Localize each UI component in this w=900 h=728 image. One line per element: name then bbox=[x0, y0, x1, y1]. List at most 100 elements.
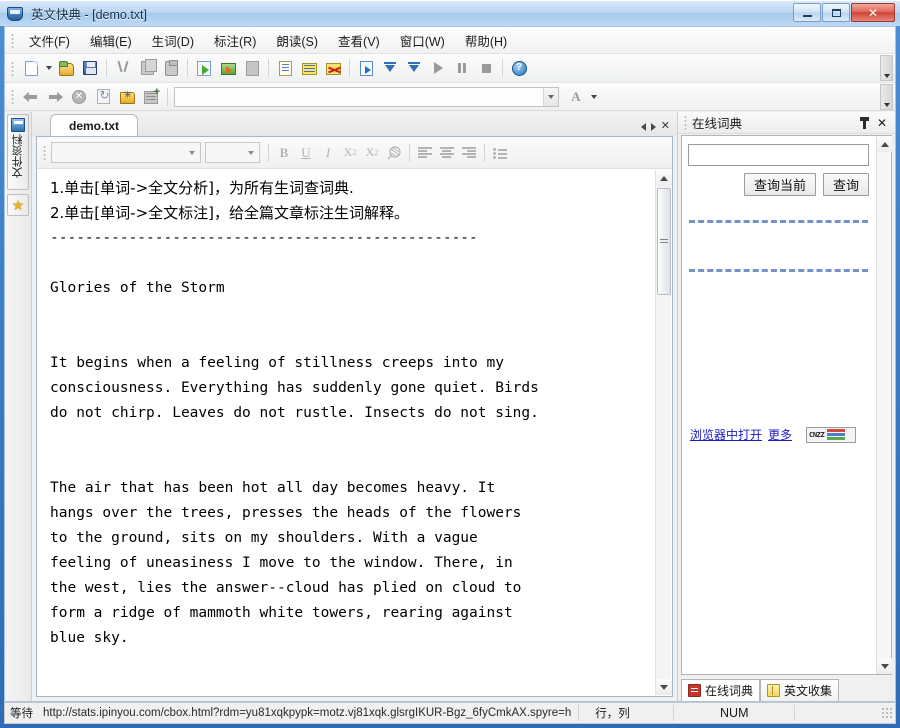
font-size-dropdown[interactable] bbox=[588, 86, 599, 108]
help-button[interactable]: ? bbox=[508, 57, 530, 79]
menubar-grip[interactable] bbox=[11, 32, 14, 48]
word-list-button[interactable] bbox=[274, 57, 296, 79]
stop-button[interactable] bbox=[475, 57, 497, 79]
toolbar-grip[interactable] bbox=[11, 60, 14, 76]
panel-scroll-up-button[interactable] bbox=[877, 136, 892, 152]
highlight-color-button[interactable] bbox=[383, 142, 405, 164]
add-grid-button[interactable] bbox=[140, 86, 162, 108]
read-document-button[interactable] bbox=[355, 57, 377, 79]
format-separator bbox=[484, 143, 485, 162]
prev-tab-icon[interactable] bbox=[640, 122, 646, 131]
pause-button[interactable] bbox=[451, 57, 473, 79]
subscript-button[interactable]: X2 bbox=[339, 142, 361, 164]
save-button[interactable] bbox=[79, 57, 101, 79]
analyze-text-button[interactable] bbox=[193, 57, 215, 79]
text-line bbox=[50, 326, 655, 351]
menu-annotate[interactable]: 标注(R) bbox=[204, 27, 266, 54]
close-tab-icon[interactable]: ✕ bbox=[661, 121, 670, 132]
font-family-combo[interactable] bbox=[51, 142, 201, 163]
sidebar-tab-favorites[interactable]: ★ bbox=[7, 194, 29, 216]
text-line bbox=[50, 651, 655, 676]
back-button[interactable] bbox=[20, 86, 42, 108]
align-center-button[interactable] bbox=[436, 142, 458, 164]
cut-button[interactable] bbox=[112, 57, 134, 79]
more-link[interactable]: 更多 bbox=[768, 426, 792, 443]
align-right-button[interactable] bbox=[458, 142, 480, 164]
formatting-toolbar: B U I X2 X2 bbox=[37, 137, 672, 169]
editor-vertical-scrollbar[interactable] bbox=[655, 170, 672, 695]
status-wait-label: 等待 bbox=[10, 706, 33, 720]
chevron-up-icon bbox=[660, 175, 668, 181]
paste-button[interactable] bbox=[160, 57, 182, 79]
cnzz-badge[interactable]: CNZZ bbox=[806, 426, 857, 443]
menu-read[interactable]: 朗读(S) bbox=[266, 27, 328, 54]
menu-newwords[interactable]: 生词(D) bbox=[142, 27, 204, 54]
text-editor-canvas[interactable]: 1.单击[单词->全文分析]，为所有生词查词典. 2.单击[单词->全文标注]，… bbox=[38, 170, 655, 695]
underline-button[interactable]: U bbox=[295, 142, 317, 164]
superscript-button[interactable]: X2 bbox=[361, 142, 383, 164]
window-title: 英文快典 - [demo.txt] bbox=[31, 8, 147, 22]
read-paragraph-button[interactable] bbox=[379, 57, 401, 79]
dictionary-search-input[interactable] bbox=[688, 144, 869, 166]
menu-edit[interactable]: 编辑(E) bbox=[80, 27, 142, 54]
close-button[interactable]: ✕ bbox=[851, 3, 895, 22]
open-in-browser-link[interactable]: 浏览器中打开 bbox=[690, 426, 762, 443]
address-dropdown-button[interactable] bbox=[543, 87, 558, 106]
align-left-button[interactable] bbox=[414, 142, 436, 164]
font-size-button[interactable]: A bbox=[565, 86, 587, 108]
panel-tab-online-dictionary[interactable]: 在线词典 bbox=[681, 679, 761, 701]
pin-icon[interactable] bbox=[859, 116, 869, 129]
resize-grip[interactable] bbox=[881, 707, 893, 719]
sidebar-tab-documents[interactable]: 文件资料 bbox=[7, 114, 29, 190]
play-button[interactable] bbox=[427, 57, 449, 79]
scrollbar-thumb[interactable] bbox=[657, 188, 671, 295]
maximize-button[interactable] bbox=[822, 3, 850, 22]
copy-button[interactable] bbox=[136, 57, 158, 79]
address-combo[interactable] bbox=[174, 86, 559, 107]
nav-toolbar-overflow-button[interactable] bbox=[880, 83, 893, 110]
text-line bbox=[50, 251, 655, 276]
bullet-list-button[interactable] bbox=[489, 142, 511, 164]
annotate-text-button[interactable] bbox=[217, 57, 239, 79]
format-toolbar-grip[interactable] bbox=[43, 145, 46, 160]
menu-view[interactable]: 查看(V) bbox=[328, 27, 390, 54]
panel-tab-english-collection[interactable]: 英文收集 bbox=[760, 679, 840, 701]
panel-scroll-down-button[interactable] bbox=[877, 658, 892, 674]
clear-annotation-button[interactable] bbox=[241, 57, 263, 79]
scroll-down-button[interactable] bbox=[656, 679, 672, 695]
close-icon[interactable]: ✕ bbox=[877, 117, 887, 129]
open-in-browser-row: 浏览器中打开 更多 CNZZ bbox=[690, 426, 867, 443]
italic-button[interactable]: I bbox=[317, 142, 339, 164]
font-size-combo[interactable] bbox=[205, 142, 260, 163]
yellow-grid-delete-icon bbox=[325, 63, 341, 75]
status-row-col: 行，列 bbox=[595, 706, 630, 720]
font-family-dropdown-button[interactable] bbox=[184, 143, 200, 162]
chevron-down-icon bbox=[880, 663, 889, 669]
status-bar-inner: 等待 http://stats.ipinyou.com/cbox.html?rd… bbox=[4, 702, 896, 724]
query-current-button[interactable]: 查询当前 bbox=[743, 173, 816, 196]
next-tab-icon[interactable] bbox=[650, 122, 656, 131]
query-button[interactable]: 查询 bbox=[822, 173, 869, 196]
stop-loading-button[interactable]: ✕ bbox=[68, 86, 90, 108]
open-file-button[interactable] bbox=[55, 57, 77, 79]
delete-vocabulary-button[interactable] bbox=[322, 57, 344, 79]
favorites-button[interactable] bbox=[116, 86, 138, 108]
refresh-button[interactable] bbox=[92, 86, 114, 108]
font-size-dropdown-button[interactable] bbox=[243, 143, 259, 162]
menu-window[interactable]: 窗口(W) bbox=[390, 27, 455, 54]
new-document-dropdown[interactable] bbox=[43, 57, 54, 79]
panel-vertical-scrollbar[interactable] bbox=[876, 136, 892, 674]
menu-help[interactable]: 帮助(H) bbox=[455, 27, 517, 54]
bold-button[interactable]: B bbox=[273, 142, 295, 164]
scroll-up-button[interactable] bbox=[656, 170, 672, 186]
new-document-button[interactable] bbox=[20, 57, 42, 79]
panel-grip[interactable] bbox=[684, 115, 687, 130]
toolbar-grip[interactable] bbox=[11, 89, 14, 104]
document-tab-demo[interactable]: demo.txt bbox=[50, 114, 139, 136]
menu-file[interactable]: 文件(F) bbox=[19, 27, 80, 54]
forward-button[interactable] bbox=[44, 86, 66, 108]
minimize-button[interactable] bbox=[793, 3, 821, 22]
vocabulary-table-button[interactable] bbox=[298, 57, 320, 79]
read-sentence-button[interactable] bbox=[403, 57, 425, 79]
toolbar-overflow-button[interactable] bbox=[880, 55, 893, 81]
